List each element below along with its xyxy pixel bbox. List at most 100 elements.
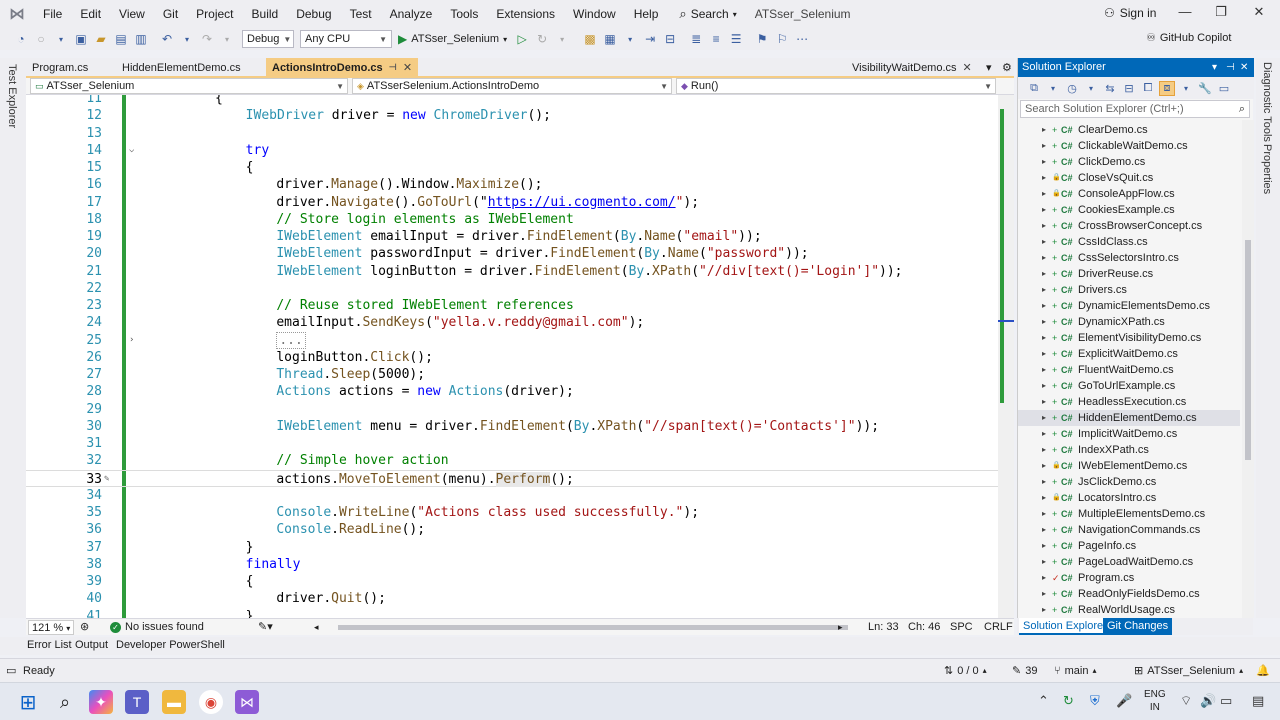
code-line[interactable]: 16 driver.Manage().Window.Maximize();	[26, 176, 998, 193]
outdent-icon[interactable]: ≡	[707, 30, 725, 48]
back-icon[interactable]: ◔	[12, 30, 30, 48]
solution-tree-item[interactable]: ▸ 🔒 C# ConsoleAppFlow.cs	[1018, 186, 1240, 202]
menu-test[interactable]: Test	[341, 0, 381, 28]
start-without-debugging-icon[interactable]: ▷	[513, 30, 531, 48]
code-line[interactable]: 21 IWebElement loginButton = driver.FindE…	[26, 263, 998, 280]
layout-icon[interactable]: ▦	[601, 30, 619, 48]
code-line[interactable]: 12 IWebDriver driver = new ChromeDriver()…	[26, 107, 998, 124]
tab-error-list[interactable]: Error List	[27, 639, 72, 651]
changes-indicator[interactable]: ✎ 39	[1012, 664, 1037, 678]
code-line[interactable]: 35 Console.WriteLine("Actions class used …	[26, 504, 998, 521]
chevron-down-icon[interactable]: ▾	[1178, 84, 1194, 93]
expand-chevron-icon[interactable]: ▸	[1042, 234, 1046, 250]
expand-chevron-icon[interactable]: ▸	[1042, 282, 1046, 298]
solution-tree-item[interactable]: ▸ + C# FluentWaitDemo.cs	[1018, 362, 1240, 378]
quick-action-brush-icon[interactable]: ✎	[104, 471, 109, 488]
branch-indicator[interactable]: ⑂ main ▴	[1054, 664, 1096, 678]
file-explorer-icon[interactable]: ▬	[162, 690, 186, 714]
expand-chevron-icon[interactable]: ▸	[1042, 154, 1046, 170]
new-project-icon[interactable]: ▣	[72, 30, 90, 48]
code-line[interactable]: 34	[26, 487, 998, 504]
shield-tray-icon[interactable]: ⛨	[1090, 693, 1100, 709]
expand-chevron-icon[interactable]: ▸	[1042, 122, 1046, 138]
code-line[interactable]: 22	[26, 280, 998, 297]
visual-studio-icon[interactable]: ⋈	[235, 690, 259, 714]
minimize-button[interactable]: —	[1170, 4, 1200, 24]
code-line[interactable]: 15 {	[26, 159, 998, 176]
forward-icon[interactable]: ○	[32, 30, 50, 48]
signin-button[interactable]: ⚇ Sign in	[1104, 6, 1156, 20]
zoom-select[interactable]: 121 % ▾	[28, 620, 75, 635]
repo-indicator[interactable]: ⊞ ATSser_Selenium ▴	[1134, 664, 1243, 678]
code-line[interactable]: 39 {	[26, 573, 998, 590]
solution-tree-item[interactable]: ▸ + C# DynamicElementsDemo.cs	[1018, 298, 1240, 314]
menu-git[interactable]: Git	[154, 0, 187, 28]
expand-chevron-icon[interactable]: ▸	[1042, 570, 1046, 586]
visual-studio-logo-icon[interactable]: ⋈	[0, 0, 34, 28]
fold-expand-icon[interactable]: ›	[129, 332, 134, 349]
close-icon[interactable]: ✕	[963, 61, 972, 74]
code-line[interactable]: 14 ⌵ try	[26, 142, 998, 159]
collapse-all-icon[interactable]: ⊟	[1121, 82, 1137, 95]
menu-extensions[interactable]: Extensions	[487, 0, 564, 28]
search-button[interactable]: ⌕ Search ▾	[673, 6, 742, 22]
tab-developer-powershell[interactable]: Developer PowerShell	[116, 639, 225, 651]
undo-icon[interactable]: ↶	[158, 30, 176, 48]
menu-window[interactable]: Window	[564, 0, 625, 28]
solution-tree-item[interactable]: ▸ + C# CssSelectorsIntro.cs	[1018, 250, 1240, 266]
solution-tree-item[interactable]: ▸ + C# GoToUrlExample.cs	[1018, 378, 1240, 394]
expand-chevron-icon[interactable]: ▸	[1042, 538, 1046, 554]
redo-icon[interactable]: ↷	[198, 30, 216, 48]
code-line[interactable]: 17 driver.Navigate().GoToUrl("https://ui.…	[26, 194, 998, 211]
project-select[interactable]: ▭ ATSser_Selenium ▼	[30, 78, 348, 94]
search-icon[interactable]: ⌕	[53, 690, 77, 714]
volume-icon[interactable]: 🔊	[1200, 693, 1216, 709]
solution-tree-item[interactable]: ▸ 🔒 C# CloseVsQuit.cs	[1018, 170, 1240, 186]
whitespace-indicator[interactable]: SPC	[950, 620, 973, 635]
scrollbar-thumb[interactable]	[1245, 240, 1251, 460]
test-explorer-tab[interactable]: Test Explorer	[6, 64, 18, 128]
expand-chevron-icon[interactable]: ▸	[1042, 378, 1046, 394]
expand-chevron-icon[interactable]: ▸	[1042, 458, 1046, 474]
tab-hidden-element-demo[interactable]: HiddenElementDemo.cs	[116, 58, 247, 77]
tab-output[interactable]: Output	[75, 639, 108, 651]
expand-chevron-icon[interactable]: ▸	[1042, 426, 1046, 442]
solution-scrollbar[interactable]	[1242, 120, 1254, 618]
member-select[interactable]: ◆ Run() ▼	[676, 78, 996, 94]
solution-tree-item[interactable]: ▸ + C# HiddenElementDemo.cs	[1018, 410, 1240, 426]
show-hidden-icons-chevron-up-icon[interactable]: ⌃	[1038, 693, 1049, 709]
code-line[interactable]: 31	[26, 435, 998, 452]
chevron-down-icon[interactable]: ▾	[621, 30, 639, 48]
solution-tree-item[interactable]: ▸ ✓ C# Program.cs	[1018, 570, 1240, 586]
code-line[interactable]: 37}	[26, 539, 998, 556]
solution-tree-item[interactable]: ▸ + C# MultipleElementsDemo.cs	[1018, 506, 1240, 522]
close-icon[interactable]: ✕	[1240, 58, 1248, 77]
expand-chevron-icon[interactable]: ▸	[1042, 346, 1046, 362]
language-indicator[interactable]: ENG IN	[1144, 688, 1166, 714]
solution-tree-item[interactable]: ▸ + C# DynamicXPath.cs	[1018, 314, 1240, 330]
code-line[interactable]: 18 // Store login elements as IWebElement	[26, 211, 998, 228]
browse-icon[interactable]: ▩	[581, 30, 599, 48]
menu-view[interactable]: View	[110, 0, 154, 28]
preview-icon[interactable]: ▭	[1216, 82, 1232, 95]
solution-tree-item[interactable]: ▸ + C# DriverReuse.cs	[1018, 266, 1240, 282]
solution-tree-item[interactable]: ▸ + C# ReadOnlyFieldsDemo.cs	[1018, 586, 1240, 602]
expand-chevron-icon[interactable]: ▸	[1042, 138, 1046, 154]
close-icon[interactable]: ✕	[403, 61, 412, 74]
switch-views-icon[interactable]: ⧉	[1026, 82, 1042, 95]
solution-tree-item[interactable]: ▸ + C# Drivers.cs	[1018, 282, 1240, 298]
expand-chevron-icon[interactable]: ▸	[1042, 474, 1046, 490]
solution-tree-item[interactable]: ▸ + C# ClickDemo.cs	[1018, 154, 1240, 170]
expand-chevron-icon[interactable]: ▸	[1042, 586, 1046, 602]
chevron-down-icon[interactable]: ▾	[1045, 84, 1061, 93]
hot-reload-icon[interactable]: ↻	[533, 30, 551, 48]
code-editor[interactable]: 11 {12 IWebDriver driver = new ChromeDrive…	[26, 95, 998, 618]
bookmark-icon[interactable]: ⚑	[753, 30, 771, 48]
properties-tab[interactable]: Properties	[1261, 144, 1273, 194]
step-icon[interactable]: ⇥	[641, 30, 659, 48]
notifications-icon[interactable]: ▤	[1252, 693, 1264, 709]
battery-icon[interactable]: ▭	[1220, 693, 1232, 709]
code-line[interactable]: 11 {	[26, 95, 998, 107]
expand-chevron-icon[interactable]: ▸	[1042, 186, 1046, 202]
teams-icon[interactable]: T	[125, 690, 149, 714]
